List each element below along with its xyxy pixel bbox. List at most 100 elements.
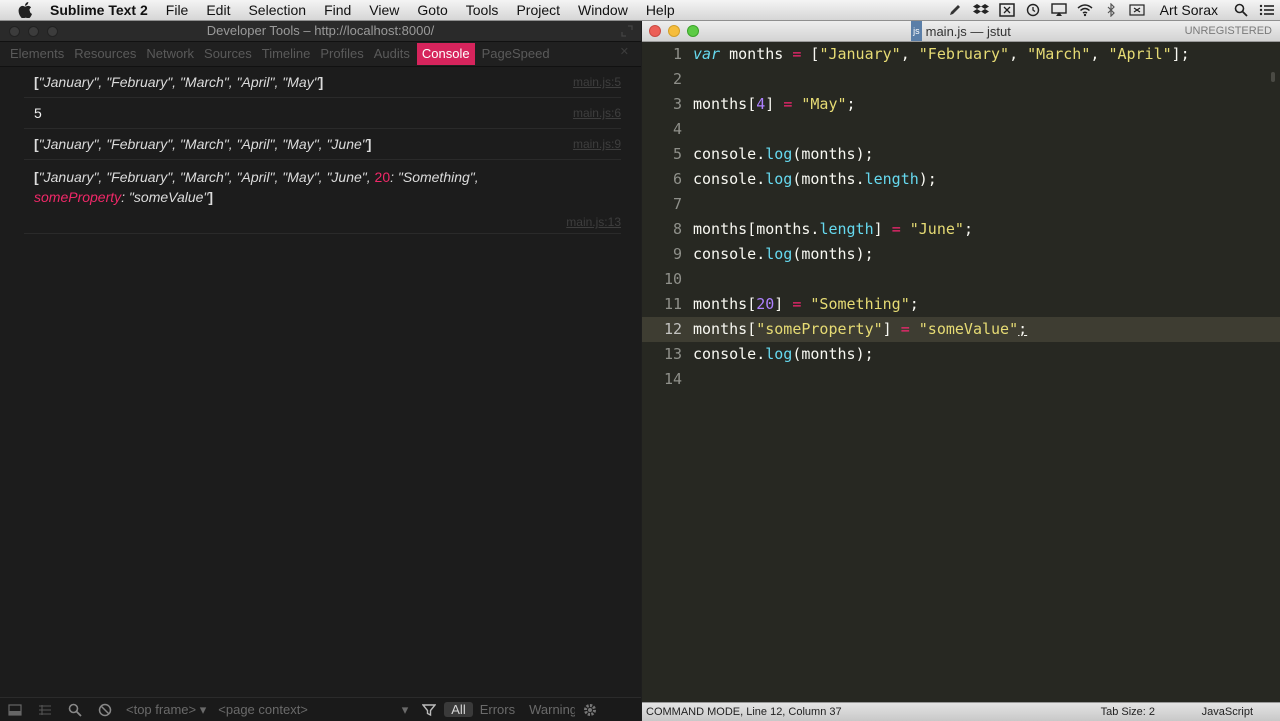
time-machine-icon[interactable]	[1020, 0, 1046, 20]
code-line[interactable]: 14	[642, 367, 1280, 392]
js-file-icon: js	[911, 21, 922, 41]
tab-profiles[interactable]: Profiles	[315, 42, 368, 66]
tab-sources[interactable]: Sources	[199, 42, 257, 66]
user-name[interactable]: Art Sorax	[1150, 2, 1228, 18]
log-index-value: : "Something",	[390, 169, 479, 185]
apple-menu-icon[interactable]	[16, 1, 34, 19]
log-text: "January", "February", "March", "April",…	[38, 136, 367, 152]
spotlight-search-icon[interactable]	[1228, 0, 1254, 20]
sublime-titlebar: js main.js — jstut UNREGISTERED	[642, 21, 1280, 42]
log-prop-key: someProperty	[34, 189, 122, 205]
tab-audits[interactable]: Audits	[369, 42, 415, 66]
line-number: 12	[663, 320, 682, 338]
show-drawer-icon[interactable]	[30, 698, 60, 721]
menu-tools[interactable]: Tools	[457, 0, 508, 20]
line-number: 1	[672, 45, 682, 63]
input-source-icon[interactable]	[1124, 0, 1150, 20]
filter-all-button[interactable]: All	[444, 702, 473, 717]
menu-view[interactable]: View	[360, 0, 408, 20]
bluetooth-icon[interactable]	[1098, 0, 1124, 20]
tab-size-button[interactable]: Tab Size: 2	[1101, 703, 1155, 721]
scroll-indicator-icon[interactable]	[1270, 72, 1276, 82]
line-number: 14	[663, 370, 682, 388]
filter-icon[interactable]	[414, 698, 444, 721]
console-output: ["January", "February", "March", "April"…	[0, 67, 641, 697]
log-source-link[interactable]: main.js:9	[573, 137, 621, 151]
notification-center-icon[interactable]	[1254, 0, 1280, 20]
log-source-link[interactable]: main.js:13	[566, 215, 621, 229]
tab-elements[interactable]: Elements	[0, 42, 69, 66]
code-line[interactable]: 4	[642, 117, 1280, 142]
menu-file[interactable]: File	[157, 0, 198, 20]
code-line[interactable]: 9 console.log(months);	[642, 242, 1280, 267]
close-devtools-icon[interactable]: ✕	[620, 45, 629, 58]
devtools-tab-bar: Elements Resources Network Sources Timel…	[0, 42, 641, 67]
code-line-current[interactable]: 12 months["someProperty"] = "someValue";	[642, 317, 1280, 342]
log-prop-value: : "someValue"	[121, 189, 209, 205]
line-number: 9	[672, 245, 682, 263]
wifi-icon[interactable]	[1072, 0, 1098, 20]
menu-project[interactable]: Project	[507, 0, 569, 20]
fullscreen-icon[interactable]	[621, 24, 635, 38]
log-text: "January", "February", "March", "April",…	[38, 74, 319, 90]
log-source-link[interactable]: main.js:6	[573, 106, 621, 120]
gear-icon[interactable]	[575, 698, 605, 721]
code-line[interactable]: 1 var months = ["January", "February", "M…	[642, 42, 1280, 67]
code-text: console.log(months);	[693, 345, 874, 363]
line-number: 4	[672, 120, 682, 138]
line-number: 10	[663, 270, 682, 288]
filter-warnings-button[interactable]: Warnings	[522, 702, 575, 717]
tab-pagespeed[interactable]: PageSpeed	[477, 42, 555, 66]
devtools-titlebar: Developer Tools – http://localhost:8000/	[0, 21, 641, 42]
filter-errors-button[interactable]: Errors	[473, 702, 522, 717]
code-line[interactable]: 6 console.log(months.length);	[642, 167, 1280, 192]
tab-timeline[interactable]: Timeline	[257, 42, 316, 66]
pencil-icon[interactable]	[942, 0, 968, 20]
line-number: 8	[672, 220, 682, 238]
sublime-status-bar: COMMAND MODE, Line 12, Column 37 Tab Siz…	[642, 702, 1280, 721]
code-line[interactable]: 8 months[months.length] = "June";	[642, 217, 1280, 242]
menu-find[interactable]: Find	[315, 0, 360, 20]
tab-network[interactable]: Network	[141, 42, 199, 66]
code-text: console.log(months.length);	[693, 170, 937, 188]
chevron-down-icon: ▾	[401, 701, 409, 717]
window-title-text: main.js — jstut	[925, 24, 1011, 39]
clear-console-icon[interactable]	[90, 698, 120, 721]
window-arrange-icon[interactable]	[994, 0, 1020, 20]
search-icon[interactable]	[60, 698, 90, 721]
code-text: months[months.length] = "June";	[693, 220, 973, 238]
log-index-key: 20	[374, 169, 391, 185]
code-line[interactable]: 10	[642, 267, 1280, 292]
devtools-window: Developer Tools – http://localhost:8000/…	[0, 21, 641, 721]
tab-console[interactable]: Console	[416, 43, 475, 65]
menu-help[interactable]: Help	[637, 0, 684, 20]
code-text: console.log(months);	[693, 245, 874, 263]
tab-resources[interactable]: Resources	[69, 42, 141, 66]
menu-bar: Sublime Text 2 File Edit Selection Find …	[0, 0, 1280, 21]
devtools-status-bar: <top frame> ▾ <page context> ▾ All Error…	[0, 697, 641, 721]
context-select[interactable]: <page context> ▾	[212, 702, 414, 718]
dropbox-icon[interactable]	[968, 0, 994, 20]
devtools-title: Developer Tools – http://localhost:8000/	[206, 23, 435, 38]
line-number: 11	[663, 295, 682, 313]
code-line[interactable]: 7	[642, 192, 1280, 217]
status-mode: COMMAND MODE, Line 12, Column 37	[646, 706, 842, 718]
menu-goto[interactable]: Goto	[408, 0, 456, 20]
code-line[interactable]: 3 months[4] = "May";	[642, 92, 1280, 117]
text-cursor: ;	[1018, 320, 1028, 338]
code-line[interactable]: 2	[642, 67, 1280, 92]
dock-icon[interactable]	[0, 698, 30, 721]
code-line[interactable]: 11 months[20] = "Something";	[642, 292, 1280, 317]
syntax-button[interactable]: JavaScript	[1202, 703, 1253, 721]
airplay-icon[interactable]	[1046, 0, 1072, 20]
menu-edit[interactable]: Edit	[197, 0, 239, 20]
menu-selection[interactable]: Selection	[239, 0, 315, 20]
line-number: 13	[663, 345, 682, 363]
code-editor[interactable]: 1 var months = ["January", "February", "M…	[642, 42, 1280, 702]
code-line[interactable]: 13 console.log(months);	[642, 342, 1280, 367]
frame-select[interactable]: <top frame> ▾	[120, 702, 212, 718]
app-menu[interactable]: Sublime Text 2	[50, 0, 157, 20]
code-line[interactable]: 5 console.log(months);	[642, 142, 1280, 167]
menu-window[interactable]: Window	[569, 0, 637, 20]
log-source-link[interactable]: main.js:5	[573, 75, 621, 89]
